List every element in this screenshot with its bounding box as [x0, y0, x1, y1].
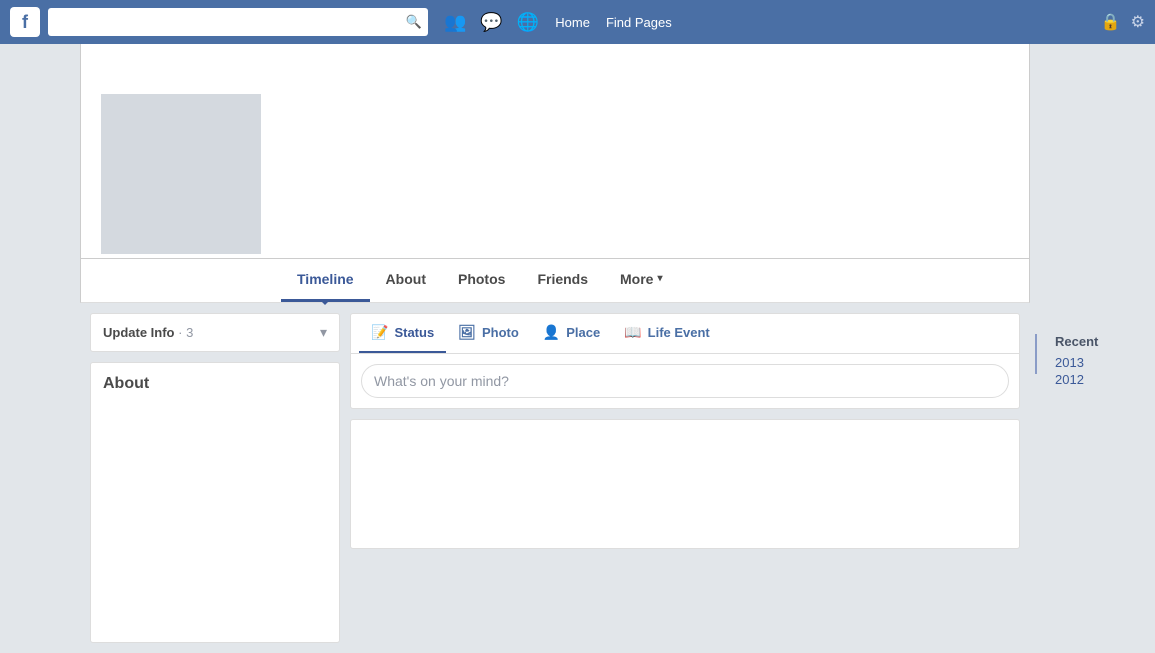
profile-pic-wrapper	[97, 90, 265, 258]
photo-icon: 🖼	[458, 324, 476, 341]
update-info-chevron-icon: ▾	[320, 324, 327, 341]
main-container: Timeline About Photos Friends More ▾ Upd…	[0, 44, 1155, 653]
left-sidebar	[0, 44, 80, 653]
tab-friends[interactable]: Friends	[521, 258, 604, 302]
messages-icon[interactable]: 💬	[480, 12, 502, 33]
profile-tabs: Timeline About Photos Friends More ▾	[80, 259, 1030, 303]
post-tab-status[interactable]: 📝 Status	[359, 314, 446, 353]
post-input-area: What's on your mind?	[351, 354, 1019, 408]
tab-timeline[interactable]: Timeline	[281, 258, 370, 302]
about-box: About	[90, 362, 340, 643]
place-icon: 👤	[543, 324, 560, 341]
post-tabs: 📝 Status 🖼 Photo 👤 Place 📖	[351, 314, 1019, 354]
update-info-header[interactable]: Update Info · 3 ▾	[91, 314, 339, 351]
life-event-icon: 📖	[624, 324, 641, 341]
right-panel: Recent 2013 2012	[1030, 44, 1155, 653]
home-link[interactable]: Home	[555, 15, 590, 30]
post-tab-place[interactable]: 👤 Place	[531, 314, 612, 353]
post-box-empty	[350, 419, 1020, 549]
about-title: About	[103, 375, 327, 393]
post-input[interactable]: What's on your mind?	[361, 364, 1009, 398]
search-wrapper: 🔍	[48, 8, 428, 36]
update-info-title: Update Info · 3	[103, 325, 193, 340]
gear-icon[interactable]: ⚙	[1131, 12, 1145, 32]
center-content: Timeline About Photos Friends More ▾ Upd…	[80, 44, 1030, 653]
post-composer: 📝 Status 🖼 Photo 👤 Place 📖	[350, 313, 1020, 409]
search-icon: 🔍	[406, 14, 422, 29]
recent-divider	[1035, 334, 1037, 374]
globe-icon[interactable]: 🌐	[517, 12, 539, 33]
left-column: Update Info · 3 ▾ About	[90, 313, 340, 643]
tab-about[interactable]: About	[370, 258, 442, 302]
friends-icon[interactable]: 👥	[444, 12, 466, 33]
recent-label: Recent	[1045, 334, 1155, 349]
nav-icons: 👥 💬 🌐	[444, 12, 539, 33]
chevron-down-icon: ▾	[657, 273, 662, 284]
update-info-count: · 3	[178, 325, 193, 340]
update-info-box: Update Info · 3 ▾	[90, 313, 340, 352]
status-icon: 📝	[371, 324, 388, 341]
profile-body: Update Info · 3 ▾ About 📝	[80, 303, 1030, 653]
cover-photo	[80, 44, 1030, 259]
navbar: f 🔍 👥 💬 🌐 Home Find Pages 🔒 ⚙	[0, 0, 1155, 44]
lock-icon[interactable]: 🔒	[1101, 12, 1121, 32]
search-input[interactable]	[48, 8, 428, 36]
nav-right-icons: 🔒 ⚙	[1101, 12, 1145, 32]
tab-photos[interactable]: Photos	[442, 258, 521, 302]
tab-more[interactable]: More ▾	[604, 258, 678, 302]
post-tab-photo[interactable]: 🖼 Photo	[446, 314, 531, 353]
search-button[interactable]: 🔍	[406, 14, 422, 30]
recent-section: Recent 2013 2012	[1035, 334, 1155, 389]
post-tab-life-event[interactable]: 📖 Life Event	[612, 314, 722, 353]
recent-year-2013[interactable]: 2013	[1045, 355, 1155, 370]
right-column: 📝 Status 🖼 Photo 👤 Place 📖	[350, 313, 1020, 643]
find-pages-link[interactable]: Find Pages	[606, 15, 672, 30]
nav-links: Home Find Pages	[555, 15, 671, 30]
recent-year-2012[interactable]: 2012	[1045, 372, 1155, 387]
facebook-logo: f	[10, 7, 40, 37]
profile-picture[interactable]	[97, 90, 265, 258]
